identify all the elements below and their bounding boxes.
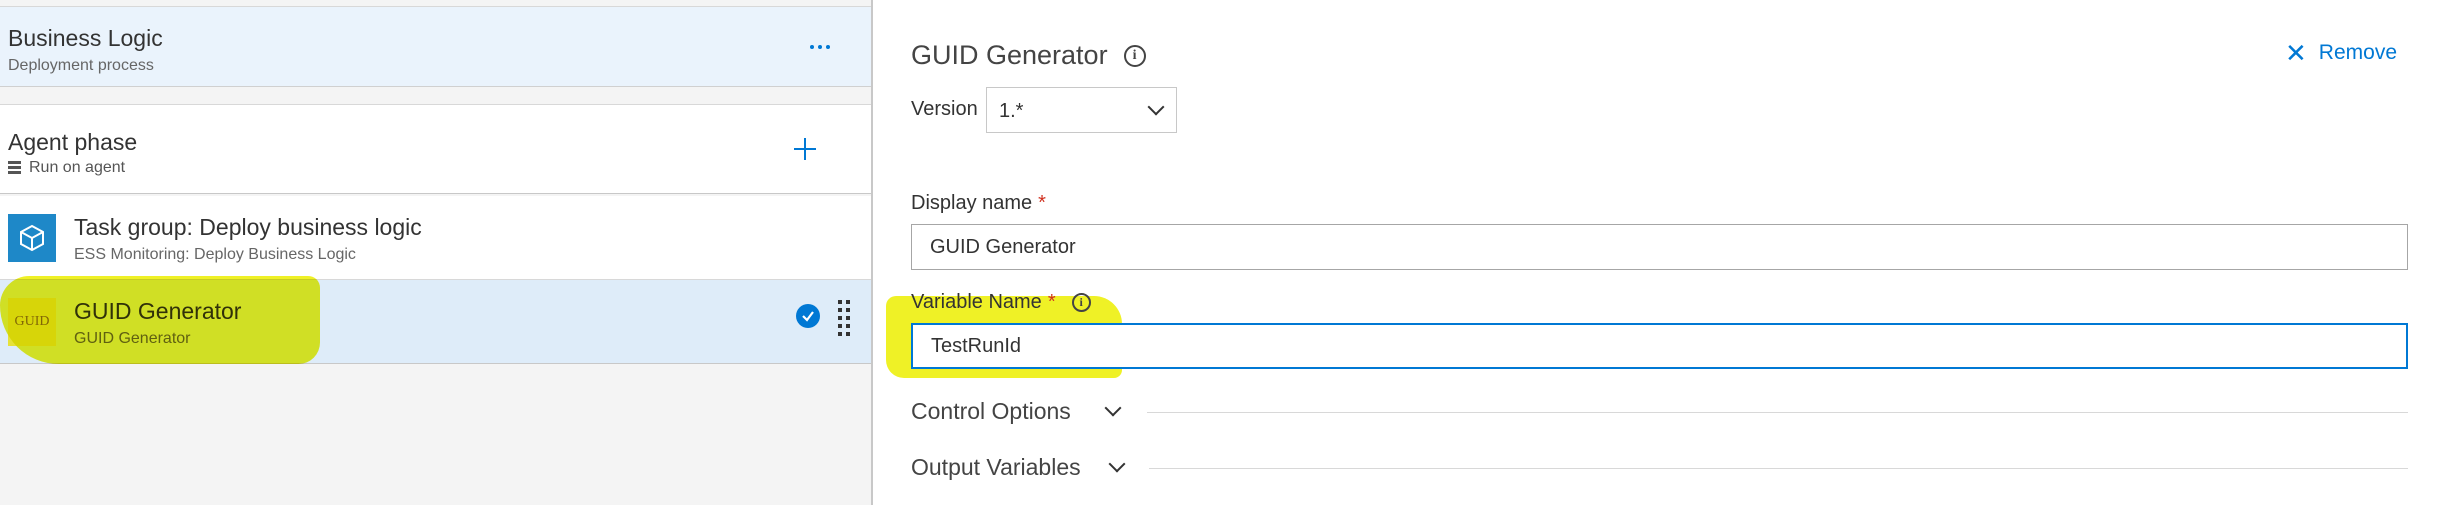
variable-name-label: Variable Name * i xyxy=(911,291,1091,314)
version-select[interactable]: 1.* xyxy=(986,87,1177,133)
task-row-guid-generator[interactable]: GUID GUID Generator GUID Generator xyxy=(0,280,871,364)
agent-phase-row[interactable]: Agent phase Run on agent xyxy=(0,104,871,194)
deployment-process-header[interactable]: Business Logic Deployment process xyxy=(0,6,871,87)
info-icon[interactable]: i xyxy=(1123,44,1146,67)
display-name-label-text: Display name xyxy=(911,192,1033,214)
section-divider xyxy=(1147,412,2408,413)
task-heading: GUID Generator i xyxy=(911,40,1146,71)
required-mark: * xyxy=(1047,291,1056,313)
guid-icon: GUID xyxy=(8,298,56,346)
phase-subtitle-row: Run on agent xyxy=(8,159,125,177)
variable-name-label-text: Variable Name xyxy=(911,291,1042,313)
server-icon xyxy=(8,161,21,175)
guid-icon-text: GUID xyxy=(14,314,50,329)
task-subtitle: ESS Monitoring: Deploy Business Logic xyxy=(74,246,356,263)
task-title: GUID Generator xyxy=(74,298,242,324)
chevron-down-icon xyxy=(1108,455,1126,473)
info-icon[interactable]: i xyxy=(1071,293,1091,312)
task-subtitle: GUID Generator xyxy=(74,330,191,347)
task-list-pane: Business Logic Deployment process Agent … xyxy=(0,0,873,505)
more-options-button[interactable] xyxy=(800,29,840,65)
display-name-field[interactable] xyxy=(911,224,2408,270)
version-label: Version xyxy=(911,98,978,120)
more-icon-dot xyxy=(818,45,822,49)
close-icon: ✕ xyxy=(2285,38,2307,68)
task-group-icon xyxy=(8,214,56,262)
process-subtitle: Deployment process xyxy=(8,57,154,74)
section-title: Output Variables xyxy=(911,454,1081,480)
release-editor: Business Logic Deployment process Agent … xyxy=(0,0,2444,505)
version-value: 1.* xyxy=(999,100,1024,122)
phase-subtitle: Run on agent xyxy=(29,159,126,176)
task-heading-title: GUID Generator xyxy=(911,40,1108,70)
check-circle-icon xyxy=(796,304,820,328)
chevron-down-icon xyxy=(1147,98,1165,116)
process-title: Business Logic xyxy=(8,25,163,51)
section-title: Control Options xyxy=(911,398,1071,424)
chevron-down-icon xyxy=(1104,399,1122,417)
output-variables-section[interactable]: Output Variables xyxy=(911,450,2408,486)
drag-handle-icon[interactable] xyxy=(836,298,852,344)
more-icon-dot xyxy=(826,45,830,49)
section-divider xyxy=(1149,468,2408,469)
task-details-pane: GUID Generator i ✕ Remove Version 1.* Di… xyxy=(873,0,2444,505)
more-icon xyxy=(810,45,814,49)
phase-title: Agent phase xyxy=(8,129,138,155)
task-title: Task group: Deploy business logic xyxy=(74,214,422,240)
plus-icon-stroke xyxy=(804,138,806,160)
control-options-section[interactable]: Control Options xyxy=(911,394,2408,430)
add-task-button[interactable] xyxy=(785,129,825,169)
required-mark: * xyxy=(1038,192,1046,214)
remove-label: Remove xyxy=(2318,41,2397,64)
task-row-task-group[interactable]: Task group: Deploy business logic ESS Mo… xyxy=(0,196,871,280)
variable-name-field[interactable] xyxy=(911,323,2408,369)
display-name-label: Display name * xyxy=(911,192,1046,215)
remove-button[interactable]: ✕ Remove xyxy=(2285,40,2397,66)
